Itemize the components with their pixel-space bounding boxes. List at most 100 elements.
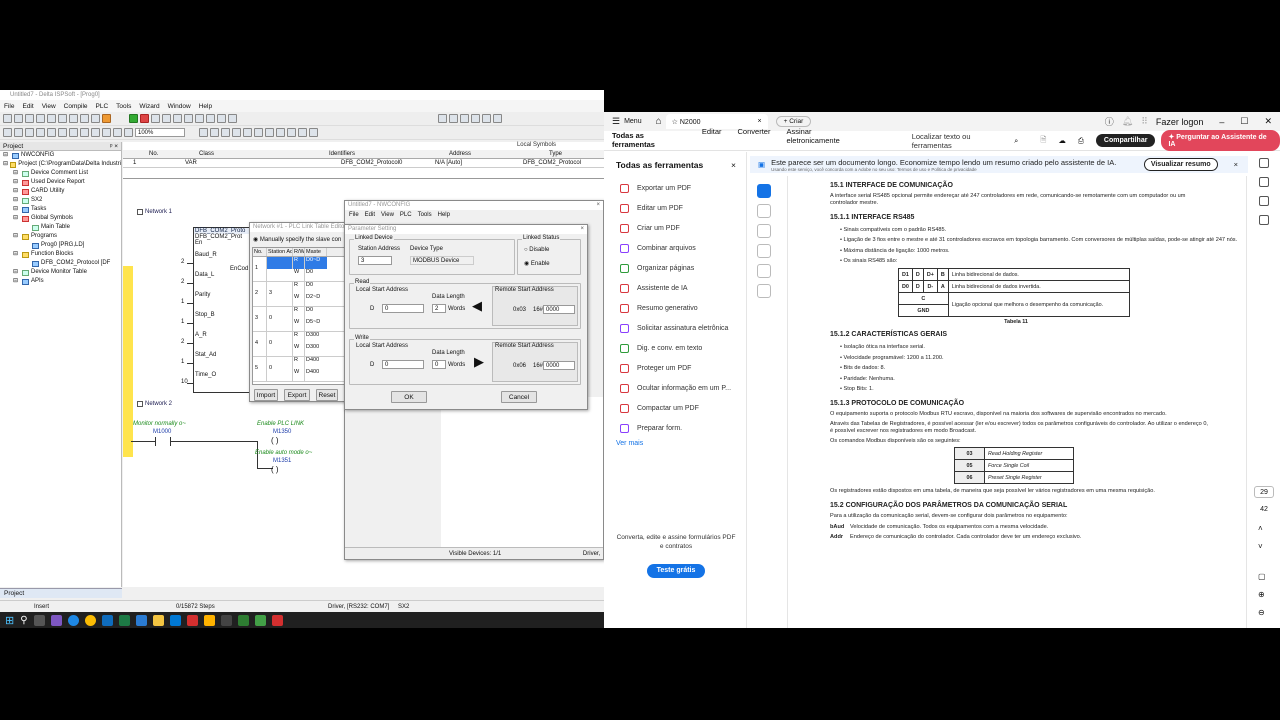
menu-label[interactable]: Menu <box>624 118 642 125</box>
column-header[interactable]: Type <box>523 150 593 158</box>
undo-icon[interactable] <box>80 114 89 123</box>
nwconfig-menu-edit[interactable]: Edit <box>365 210 375 220</box>
view-summary-button[interactable]: Visualizar resumo <box>1143 158 1218 171</box>
link-table-row[interactable]: 5 0 R W D400 D400 <box>253 357 349 382</box>
expand-icon[interactable]: ⊟ <box>13 178 20 187</box>
maximize-icon[interactable]: ☐ <box>1240 116 1248 127</box>
close-panel-icon[interactable]: × <box>731 160 736 170</box>
import-button[interactable]: Import <box>254 389 278 401</box>
ladder-view-icon[interactable] <box>113 128 122 137</box>
tree-item[interactable]: ⊟ APIs <box>3 277 121 286</box>
export-button[interactable]: Export <box>284 389 310 401</box>
nav-tab[interactable]: Assinar eletronicamente <box>786 127 863 155</box>
pin-value[interactable]: 2 <box>181 259 184 265</box>
close-banner-icon[interactable]: × <box>1234 160 1238 169</box>
file-explorer-icon[interactable] <box>152 614 164 626</box>
close-icon[interactable]: × <box>580 225 584 234</box>
close-icon[interactable]: × <box>596 201 600 210</box>
chevron-up-icon[interactable]: ˄ <box>1258 524 1263 533</box>
expand-icon[interactable]: ⊟ <box>13 232 20 241</box>
expand-icon[interactable]: ⊟ <box>13 277 20 286</box>
online-icon[interactable] <box>151 114 160 123</box>
nav-tab[interactable]: Editar <box>702 127 722 155</box>
pause-icon[interactable] <box>206 114 215 123</box>
read-remote-start-input[interactable]: 0000 <box>543 305 575 314</box>
app-delta-icon[interactable] <box>254 614 266 626</box>
branch-icon[interactable] <box>276 128 285 137</box>
table-row[interactable]: 1 VAR DFB_COM2_Protocol0 N/A [Auto] DFB_COM2… <box>123 159 604 168</box>
zoom-fit-icon[interactable] <box>25 128 34 137</box>
step-icon[interactable] <box>36 128 45 137</box>
column-header[interactable]: Class <box>173 150 303 158</box>
normally-open-contact[interactable] <box>155 437 171 446</box>
ok-button[interactable]: OK <box>391 391 427 403</box>
monitor-icon[interactable] <box>162 114 171 123</box>
read-length-input[interactable]: 2 <box>432 304 446 313</box>
expand-icon[interactable]: ⊟ <box>13 268 20 277</box>
manual-slave-radio[interactable]: ◉ Manually specify the slave con <box>253 236 341 243</box>
word-icon[interactable] <box>135 614 147 626</box>
tree-item[interactable]: ⊟ Programs <box>3 232 121 241</box>
read-local-start-input[interactable]: 0 <box>382 304 424 313</box>
coil[interactable]: ( ) <box>271 465 279 474</box>
cancel-button[interactable]: Cancel <box>501 391 537 403</box>
tree-item[interactable]: ⊟ Tasks <box>3 205 121 214</box>
pin-value[interactable]: 1 <box>181 359 184 365</box>
zoom-tool-icon[interactable] <box>757 204 771 218</box>
link-table-row[interactable]: 3 0 R W D0 D5~D <box>253 307 349 332</box>
menu-edit[interactable]: Edit <box>22 103 33 110</box>
login-link[interactable]: Fazer logon <box>1156 117 1204 127</box>
download-icon[interactable] <box>184 114 193 123</box>
tree-item[interactable]: ⊟ Function Blocks <box>3 250 121 259</box>
copilot-icon[interactable] <box>50 614 62 626</box>
close-window-icon[interactable]: ✕ <box>1264 116 1272 127</box>
insert-row-icon[interactable] <box>80 128 89 137</box>
tool-item[interactable]: Exportar um PDF <box>604 178 746 198</box>
help-icon[interactable]: ⓘ <box>1105 115 1114 128</box>
nwconfig-menu-plc[interactable]: PLC <box>400 210 412 220</box>
text-box-icon[interactable] <box>757 264 771 278</box>
station-addr-cell[interactable]: 0 <box>267 332 293 356</box>
comment-icon[interactable] <box>47 128 56 137</box>
pin-close-icon[interactable]: ᵖ × <box>110 142 118 150</box>
pen-icon[interactable] <box>757 224 771 238</box>
expand-icon[interactable]: ⊟ <box>13 169 20 178</box>
free-trial-button[interactable]: Teste grátis <box>647 564 705 578</box>
pin-value[interactable]: 1 <box>181 319 184 325</box>
help-icon[interactable] <box>228 114 237 123</box>
zoom-select[interactable]: 100% <box>135 128 185 137</box>
tool-item[interactable]: Assistente de IA <box>604 278 746 298</box>
function-block-icon[interactable] <box>265 128 274 137</box>
tag-icon[interactable] <box>102 128 111 137</box>
delete-row-icon[interactable] <box>91 128 100 137</box>
symbol-icon[interactable] <box>58 128 67 137</box>
pin-value[interactable]: 10 <box>181 379 188 385</box>
nwconfig-menu-view[interactable]: View <box>381 210 394 220</box>
open-file-icon[interactable] <box>14 114 23 123</box>
tree-item[interactable]: ⊟ Device Comment List <box>3 169 121 178</box>
expand-icon[interactable]: ⊟ <box>3 160 8 169</box>
home-icon[interactable]: ⌂ <box>656 116 662 127</box>
tool-item[interactable]: Preparar form. <box>604 418 746 438</box>
tree-item[interactable]: Prog0 [PRG,LD] <box>3 241 121 250</box>
excel-icon[interactable] <box>118 614 130 626</box>
grid-icon[interactable] <box>460 114 469 123</box>
chrome-icon[interactable] <box>84 614 96 626</box>
zoom-in-icon[interactable]: ⊕ <box>1258 590 1265 599</box>
edge-icon[interactable] <box>67 614 79 626</box>
network-icon[interactable] <box>217 114 226 123</box>
tree-item[interactable]: DFB_COM2_Protocol [DF <box>3 259 121 268</box>
expand-icon[interactable]: ⊟ <box>13 214 20 223</box>
station-address-input[interactable]: 3 <box>358 256 392 265</box>
tool-item[interactable]: Dig. e conv. em texto <box>604 338 746 358</box>
expand-icon[interactable]: ⊟ <box>13 196 20 205</box>
coil-icon[interactable] <box>221 128 230 137</box>
notifications-icon[interactable]: 🔔︎ <box>1122 116 1133 127</box>
tool-item[interactable]: Solicitar assinatura eletrônica <box>604 318 746 338</box>
station-addr-cell[interactable]: 0 <box>267 307 293 331</box>
compile-icon[interactable] <box>129 114 138 123</box>
copy-pages-icon[interactable] <box>1259 215 1269 225</box>
expand-icon[interactable]: ⊟ <box>3 151 10 160</box>
falling-edge-icon[interactable] <box>298 128 307 137</box>
tree-item[interactable]: ⊟ CARD Utility <box>3 187 121 196</box>
